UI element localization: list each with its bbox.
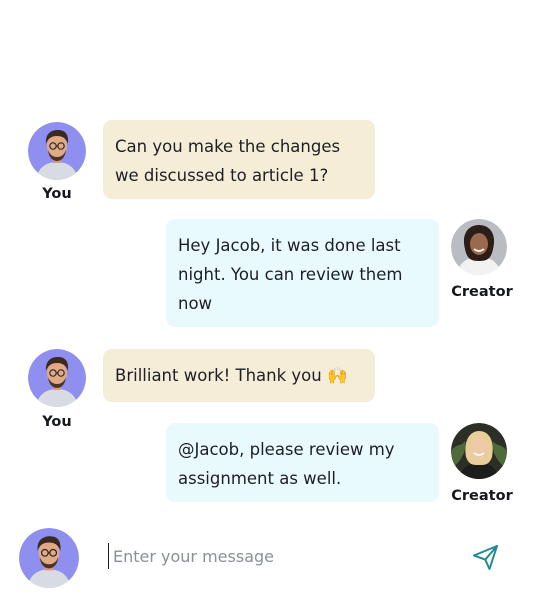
message-bubble: Can you make the changes we discussed to… [103,120,375,199]
user-avatar [28,122,86,180]
sender-label: You [42,186,72,202]
sender-label: You [42,414,72,430]
message-bubble: Hey Jacob, it was done last night. You c… [166,219,439,327]
message-bubble: @Jacob, please review my assignment as w… [166,423,439,502]
message-input[interactable] [108,543,438,569]
sender-label: Creator [451,284,513,300]
message-bubble: Brilliant work! Thank you 🙌 [103,349,375,402]
creator-avatar-image [451,219,507,275]
user-avatar-image [28,349,86,407]
current-user-avatar [19,528,79,588]
creator-avatar-image [451,423,507,479]
send-icon [473,545,498,570]
creator-avatar [451,219,507,275]
user-avatar [28,349,86,407]
sender-label: Creator [451,488,513,504]
user-avatar-image [19,528,79,588]
user-avatar-image [28,122,86,180]
creator-avatar [451,423,507,479]
send-button[interactable] [470,541,502,573]
